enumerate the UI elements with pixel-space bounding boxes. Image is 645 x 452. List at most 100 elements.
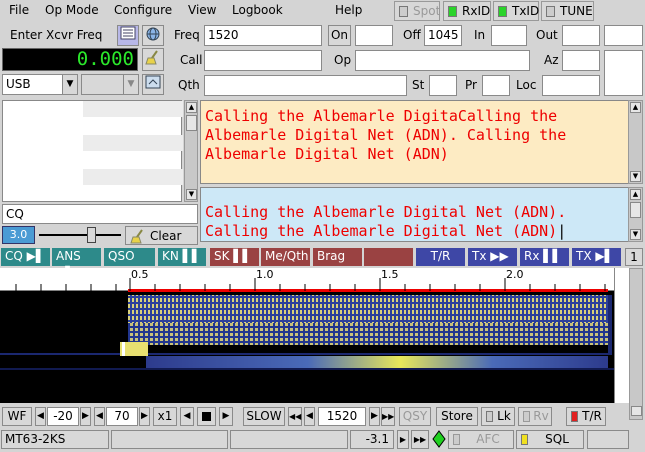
scroll-down-icon[interactable]: ▼ [186, 189, 197, 200]
carrier-freq-field[interactable]: 1520 [318, 407, 366, 426]
locator-field[interactable] [542, 75, 600, 96]
macro-tr[interactable]: T/R [416, 248, 465, 266]
log-freq-field[interactable]: 1520 [204, 25, 322, 46]
ref-level-field[interactable]: -20 [47, 407, 79, 426]
province-field[interactable] [482, 75, 510, 96]
reverse-toggle[interactable]: Rv [518, 407, 552, 426]
state-field[interactable] [429, 75, 457, 96]
ref-level-up[interactable]: ▶ [80, 407, 91, 426]
scroll-up-icon[interactable]: ▲ [630, 189, 641, 200]
transmit-text-pane[interactable]: Calling the Albemarle Digital Net (ADN).… [200, 187, 630, 242]
tr-toggle[interactable]: T/R [566, 407, 606, 426]
menu-help[interactable]: Help [335, 3, 362, 17]
scroll-thumb[interactable] [186, 115, 197, 131]
rst-in-field[interactable] [491, 25, 527, 46]
xcvr-memory-button[interactable] [142, 74, 164, 95]
carrier-up[interactable]: ▶ [369, 407, 380, 426]
op-name-field[interactable] [355, 50, 530, 71]
store-button[interactable]: Store [436, 407, 478, 426]
macro-ans[interactable]: ANS ▶▌ [52, 248, 101, 280]
signal-browser-list[interactable] [2, 100, 183, 202]
bandwidth-select[interactable]: ▼ [81, 74, 139, 95]
mode-select[interactable]: USB ▼ [2, 74, 78, 95]
browser-search-field[interactable]: CQ [2, 204, 198, 224]
range-field[interactable]: 70 [106, 407, 138, 426]
macro-tx[interactable]: Tx ▶▶ [468, 248, 517, 266]
macro-label: TX [576, 249, 592, 263]
mode-status[interactable]: MT63-2KS [1, 430, 109, 449]
qth-field[interactable] [204, 75, 407, 96]
carrier-fast-up[interactable]: ▶▶ [381, 407, 395, 426]
rx-scrollbar[interactable]: ▲ ▼ [628, 100, 643, 184]
menu-op-mode[interactable]: Op Mode [45, 3, 99, 17]
menu-view[interactable]: View [188, 3, 216, 17]
menu-logbook[interactable]: Logbook [232, 3, 283, 17]
clear-freq-button[interactable] [142, 48, 164, 71]
macro-label: T/R [430, 249, 451, 263]
qsy-button[interactable]: QSY [399, 407, 431, 426]
tune-toggle[interactable]: TUNE [541, 1, 594, 21]
clear-button[interactable]: Clear [125, 226, 198, 245]
zoom-button[interactable]: x1 [153, 407, 177, 426]
macro-qso[interactable]: QSO ▶▶ [104, 248, 155, 280]
scroll-up-icon[interactable]: ▲ [630, 102, 641, 113]
scroll-down-icon[interactable]: ▼ [630, 171, 641, 182]
volume-slider-handle[interactable] [631, 406, 642, 416]
rst-out-field[interactable] [562, 25, 600, 46]
list-item[interactable] [83, 101, 183, 117]
slider-handle[interactable] [87, 227, 96, 243]
tx-scrollbar[interactable]: ▲ ▼ [628, 187, 643, 242]
notes-field[interactable] [604, 50, 643, 96]
tx-level-button[interactable]: ▶ [397, 430, 409, 449]
macro-brag[interactable]: Brag [313, 248, 362, 266]
macro-sk[interactable]: SK ▌▌ [210, 248, 259, 266]
xcvr-globe-button[interactable] [142, 25, 164, 46]
macro-cq[interactable]: CQ ▶▌ [1, 248, 50, 266]
macro-page-button[interactable]: 1 [625, 248, 643, 266]
speed-button[interactable]: SLOW [243, 407, 285, 426]
scroll-thumb[interactable] [630, 202, 641, 218]
scroll-up-icon[interactable]: ▲ [186, 102, 197, 113]
spot-toggle[interactable]: Spot [394, 1, 440, 21]
xcvr-list-button[interactable] [117, 25, 139, 46]
volume-slider[interactable] [629, 268, 643, 420]
time-off-field[interactable]: 1045 [424, 25, 462, 46]
txid-toggle[interactable]: TxID [493, 1, 539, 21]
macro-rx[interactable]: Rx ▌▌ [520, 248, 569, 266]
call-field[interactable] [204, 50, 322, 71]
wf-mode-button[interactable]: WF [2, 407, 32, 426]
lock-toggle[interactable]: Lk [481, 407, 515, 426]
tx-level-fast-button[interactable]: ▶▶ [411, 430, 429, 449]
time-on-field[interactable] [355, 25, 393, 46]
list-item[interactable] [83, 169, 183, 185]
macro-empty[interactable] [364, 248, 413, 266]
carrier-down[interactable]: ◀ [304, 407, 315, 426]
ref-level-down[interactable]: ◀ [35, 407, 46, 426]
receive-text-pane[interactable]: Calling the Albemarle DigitaCalling the … [200, 100, 630, 184]
scroll-right-button[interactable]: ▶ [219, 407, 233, 426]
menu-configure[interactable]: Configure [114, 3, 172, 17]
center-button[interactable] [197, 407, 216, 426]
browser-scrollbar[interactable]: ▲ ▼ [184, 100, 198, 202]
broom-icon [130, 229, 143, 244]
squelch-slider[interactable] [37, 226, 123, 244]
time-on-button[interactable]: On [328, 25, 351, 46]
rxid-toggle[interactable]: RxID [443, 1, 491, 21]
carrier-fast-down[interactable]: ◀◀ [288, 407, 302, 426]
xcvr-freq-display[interactable]: 0.000 [2, 48, 138, 71]
squelch-value[interactable]: 3.0 [2, 226, 35, 244]
extra-field[interactable] [604, 25, 643, 46]
frequency-scale[interactable]: 0.5 1.0 1.5 2.0 [0, 268, 614, 292]
scroll-down-icon[interactable]: ▼ [630, 229, 641, 240]
range-up[interactable]: ▶ [139, 407, 150, 426]
afc-toggle[interactable]: AFC [448, 430, 514, 449]
macro-kn[interactable]: KN ▌▌ [158, 248, 206, 266]
sql-toggle[interactable]: SQL [516, 430, 584, 449]
macro-tx-2[interactable]: TX ▶▌ [572, 248, 621, 266]
scroll-left-button[interactable]: ◀ [180, 407, 194, 426]
list-item[interactable] [83, 135, 183, 151]
macro-me-qth[interactable]: Me/Qth [261, 248, 310, 266]
menu-file[interactable]: File [9, 3, 29, 17]
azimuth-field[interactable] [562, 50, 600, 71]
range-down[interactable]: ◀ [94, 407, 105, 426]
